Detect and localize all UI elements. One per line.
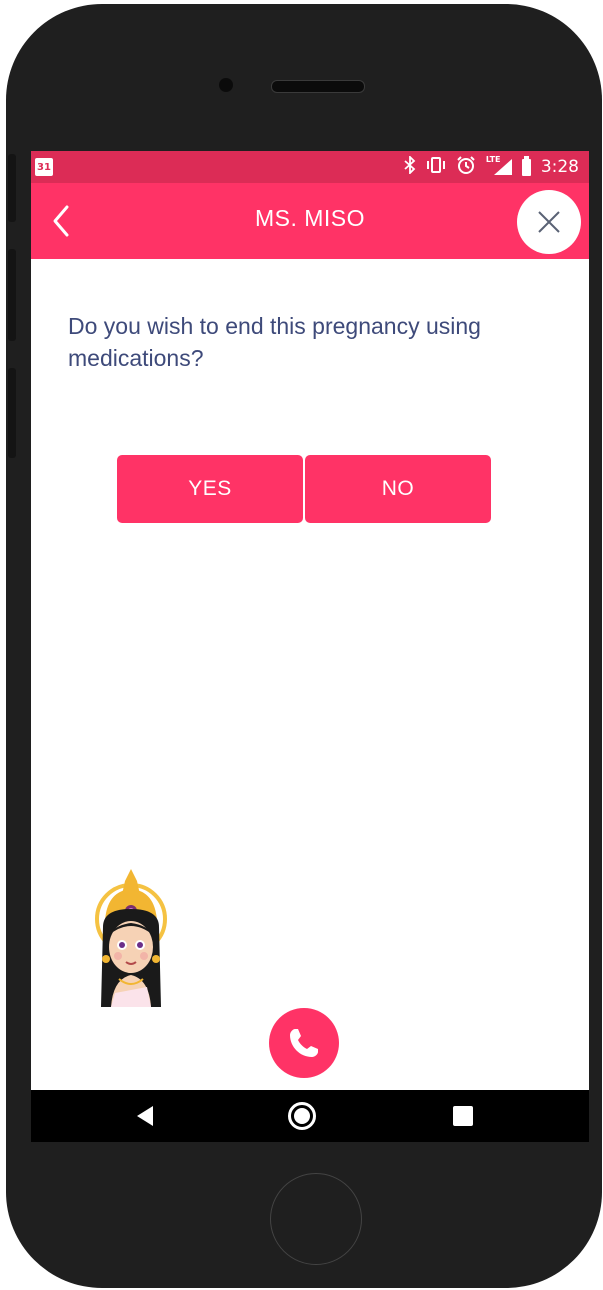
close-button[interactable] bbox=[517, 190, 581, 254]
app-bar: MS. MISO bbox=[31, 183, 589, 259]
front-camera bbox=[219, 78, 233, 92]
nav-recents-button[interactable] bbox=[453, 1106, 473, 1126]
earpiece-speaker bbox=[271, 80, 365, 93]
yes-button[interactable]: YES bbox=[117, 455, 303, 523]
status-icons: LTE 3:28 bbox=[404, 154, 579, 180]
app-screen: 31 LTE 3:28 MS. MISO Do you wish to end … bbox=[31, 151, 589, 1142]
page-title: MS. MISO bbox=[254, 205, 366, 231]
back-triangle-icon bbox=[137, 1106, 153, 1126]
nav-back-button[interactable] bbox=[135, 1105, 155, 1131]
phone-volume-down-button bbox=[8, 368, 16, 458]
call-button[interactable] bbox=[269, 1008, 339, 1078]
status-bar: 31 LTE 3:28 bbox=[31, 151, 589, 183]
phone-side-button bbox=[8, 154, 16, 222]
no-button[interactable]: NO bbox=[305, 455, 491, 523]
question-text: Do you wish to end this pregnancy using … bbox=[68, 313, 481, 371]
calendar-icon: 31 bbox=[35, 158, 53, 176]
hardware-home-button[interactable] bbox=[270, 1173, 362, 1265]
phone-volume-up-button bbox=[8, 249, 16, 341]
lte-signal-icon: LTE bbox=[486, 155, 512, 177]
battery-icon bbox=[521, 155, 531, 176]
system-nav-bar bbox=[31, 1090, 589, 1142]
goddess-avatar-icon bbox=[91, 869, 171, 1009]
chevron-left-icon bbox=[53, 205, 69, 237]
vibrate-icon bbox=[426, 156, 446, 179]
back-button[interactable] bbox=[47, 199, 87, 243]
bluetooth-icon bbox=[404, 154, 416, 179]
phone-icon bbox=[290, 1029, 318, 1057]
close-icon bbox=[538, 211, 560, 233]
status-time: 3:28 bbox=[540, 157, 579, 177]
nav-home-button[interactable] bbox=[288, 1102, 316, 1130]
alarm-icon bbox=[456, 155, 476, 180]
